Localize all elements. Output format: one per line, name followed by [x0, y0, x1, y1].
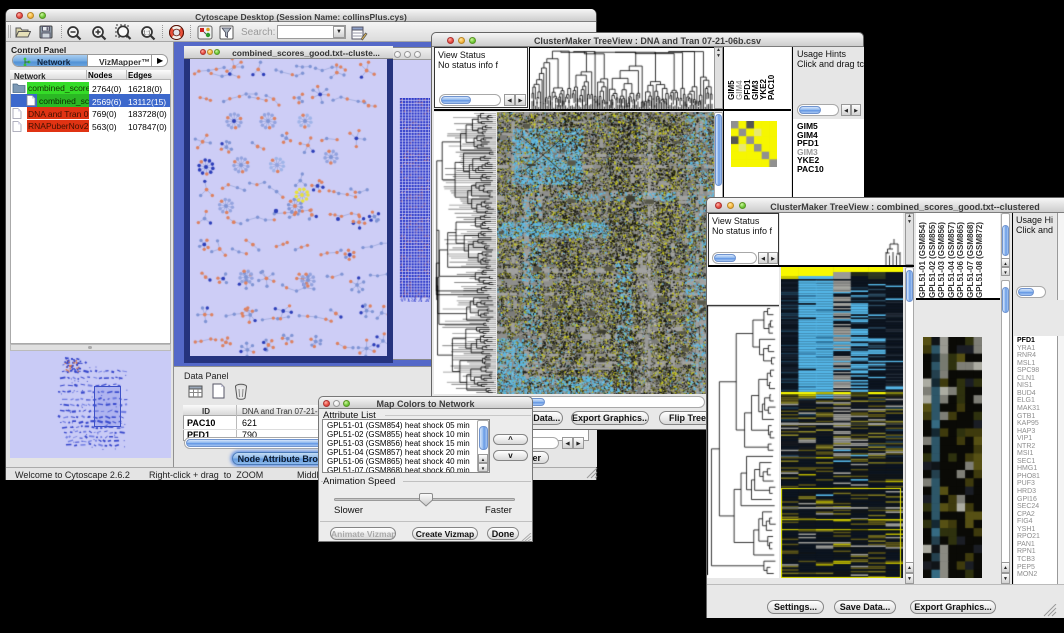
svg-text:1:1: 1:1 — [143, 30, 151, 36]
